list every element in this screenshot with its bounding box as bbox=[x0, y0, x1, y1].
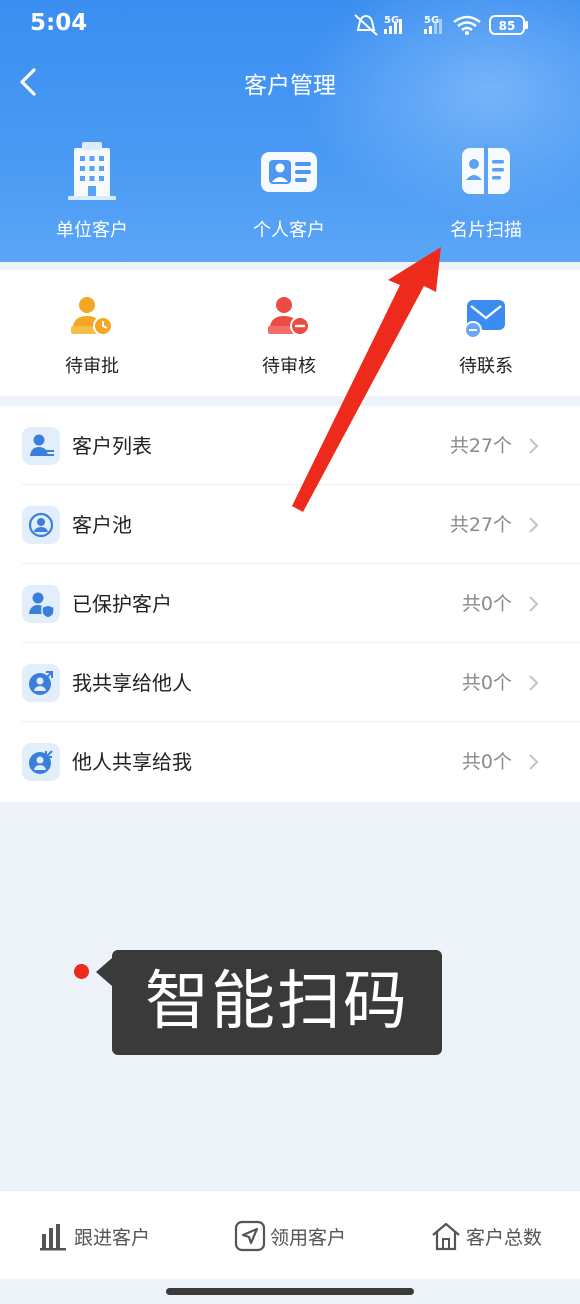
status-item-label: 待审批 bbox=[65, 356, 119, 377]
list-item-label: 客户列表 bbox=[72, 434, 152, 458]
page-title: 客户管理 bbox=[244, 73, 336, 99]
status-item-label: 待联系 bbox=[459, 356, 513, 377]
list-item-count: 共0个 bbox=[461, 751, 512, 773]
navigation-icon bbox=[234, 1220, 266, 1252]
customer-list-card: 客户列表 共27个 客户池 共27个 已保护客户 共0个 我共享给他人 共0个 … bbox=[0, 406, 580, 802]
tab-label: 跟进客户 bbox=[74, 1226, 151, 1249]
id-card-icon bbox=[261, 152, 317, 192]
tab-follow-up-customers[interactable]: 跟进客户 bbox=[38, 1219, 150, 1253]
customer-pool-icon bbox=[22, 506, 60, 544]
caption-tail bbox=[96, 958, 112, 986]
business-card-icon bbox=[462, 144, 510, 198]
list-item-shared-to-me[interactable]: 他人共享给我 共0个 bbox=[0, 722, 580, 801]
status-icons: 5G 5G 85 bbox=[354, 14, 528, 36]
protected-customer-icon bbox=[22, 585, 60, 623]
approval-status-card: 待审批 待审核 待联系 bbox=[0, 270, 580, 396]
list-item-customer-pool[interactable]: 客户池 共27个 bbox=[0, 485, 580, 564]
list-item-customer-list[interactable]: 客户列表 共27个 bbox=[0, 406, 580, 485]
tab-total-customers[interactable]: 客户总数 bbox=[430, 1219, 542, 1253]
tab-label: 领用客户 bbox=[270, 1226, 347, 1249]
quick-action-label: 名片扫描 bbox=[450, 220, 522, 241]
status-item-pending-approval[interactable]: 待审批 bbox=[27, 294, 157, 378]
home-indicator bbox=[166, 1288, 414, 1295]
home-icon bbox=[432, 1222, 460, 1251]
list-item-label: 客户池 bbox=[72, 513, 132, 537]
status-item-pending-contact[interactable]: 待联系 bbox=[421, 294, 551, 378]
chevron-right-icon bbox=[529, 438, 539, 454]
pending-review-icon bbox=[268, 297, 310, 336]
bar-chart-icon bbox=[40, 1224, 66, 1251]
header: 5:04 5G 5G 85 客户管理 单位客户 个人客户 名片扫描 bbox=[0, 0, 580, 262]
battery-icon: 85 bbox=[489, 15, 528, 35]
chevron-right-icon bbox=[529, 754, 539, 770]
chevron-right-icon bbox=[529, 675, 539, 691]
customer-list-icon bbox=[22, 427, 60, 465]
list-item-label: 他人共享给我 bbox=[72, 750, 192, 774]
battery-level: 85 bbox=[499, 19, 516, 33]
quick-action-label: 单位客户 bbox=[56, 220, 128, 241]
chevron-right-icon bbox=[529, 596, 539, 612]
list-item-shared-by-me[interactable]: 我共享给他人 共0个 bbox=[0, 643, 580, 722]
list-item-count: 共27个 bbox=[449, 435, 512, 457]
quick-action-personal-customer[interactable]: 个人客户 bbox=[209, 140, 369, 242]
tab-claim-customers[interactable]: 领用客户 bbox=[234, 1219, 346, 1253]
status-item-pending-review[interactable]: 待审核 bbox=[224, 294, 354, 378]
mute-bell-icon bbox=[354, 14, 378, 36]
list-item-label: 我共享给他人 bbox=[72, 671, 192, 695]
caption-overlay: 智能扫码 bbox=[112, 950, 442, 1055]
status-time: 5:04 bbox=[30, 10, 88, 36]
quick-action-unit-customer[interactable]: 单位客户 bbox=[12, 140, 172, 242]
status-bar: 5:04 5G 5G 85 bbox=[0, 0, 580, 52]
quick-action-card-scan[interactable]: 名片扫描 bbox=[406, 140, 566, 242]
wifi-icon bbox=[453, 15, 481, 32]
pending-contact-icon bbox=[464, 300, 505, 339]
bottom-tab-bar: 跟进客户 领用客户 客户总数 bbox=[0, 1190, 580, 1279]
annotation-dot bbox=[74, 964, 89, 979]
list-item-count: 共27个 bbox=[449, 514, 512, 536]
list-item-count: 共0个 bbox=[461, 593, 512, 615]
share-in-icon bbox=[22, 743, 60, 781]
tab-label: 客户总数 bbox=[466, 1226, 543, 1249]
building-icon bbox=[68, 142, 116, 200]
chevron-right-icon bbox=[529, 517, 539, 533]
quick-action-label: 个人客户 bbox=[253, 220, 325, 241]
list-item-label: 已保护客户 bbox=[72, 592, 172, 616]
pending-approval-icon bbox=[71, 297, 113, 336]
list-item-protected-customers[interactable]: 已保护客户 共0个 bbox=[0, 564, 580, 643]
status-item-label: 待审核 bbox=[262, 356, 316, 377]
list-item-count: 共0个 bbox=[461, 672, 512, 694]
share-out-icon bbox=[22, 664, 60, 702]
